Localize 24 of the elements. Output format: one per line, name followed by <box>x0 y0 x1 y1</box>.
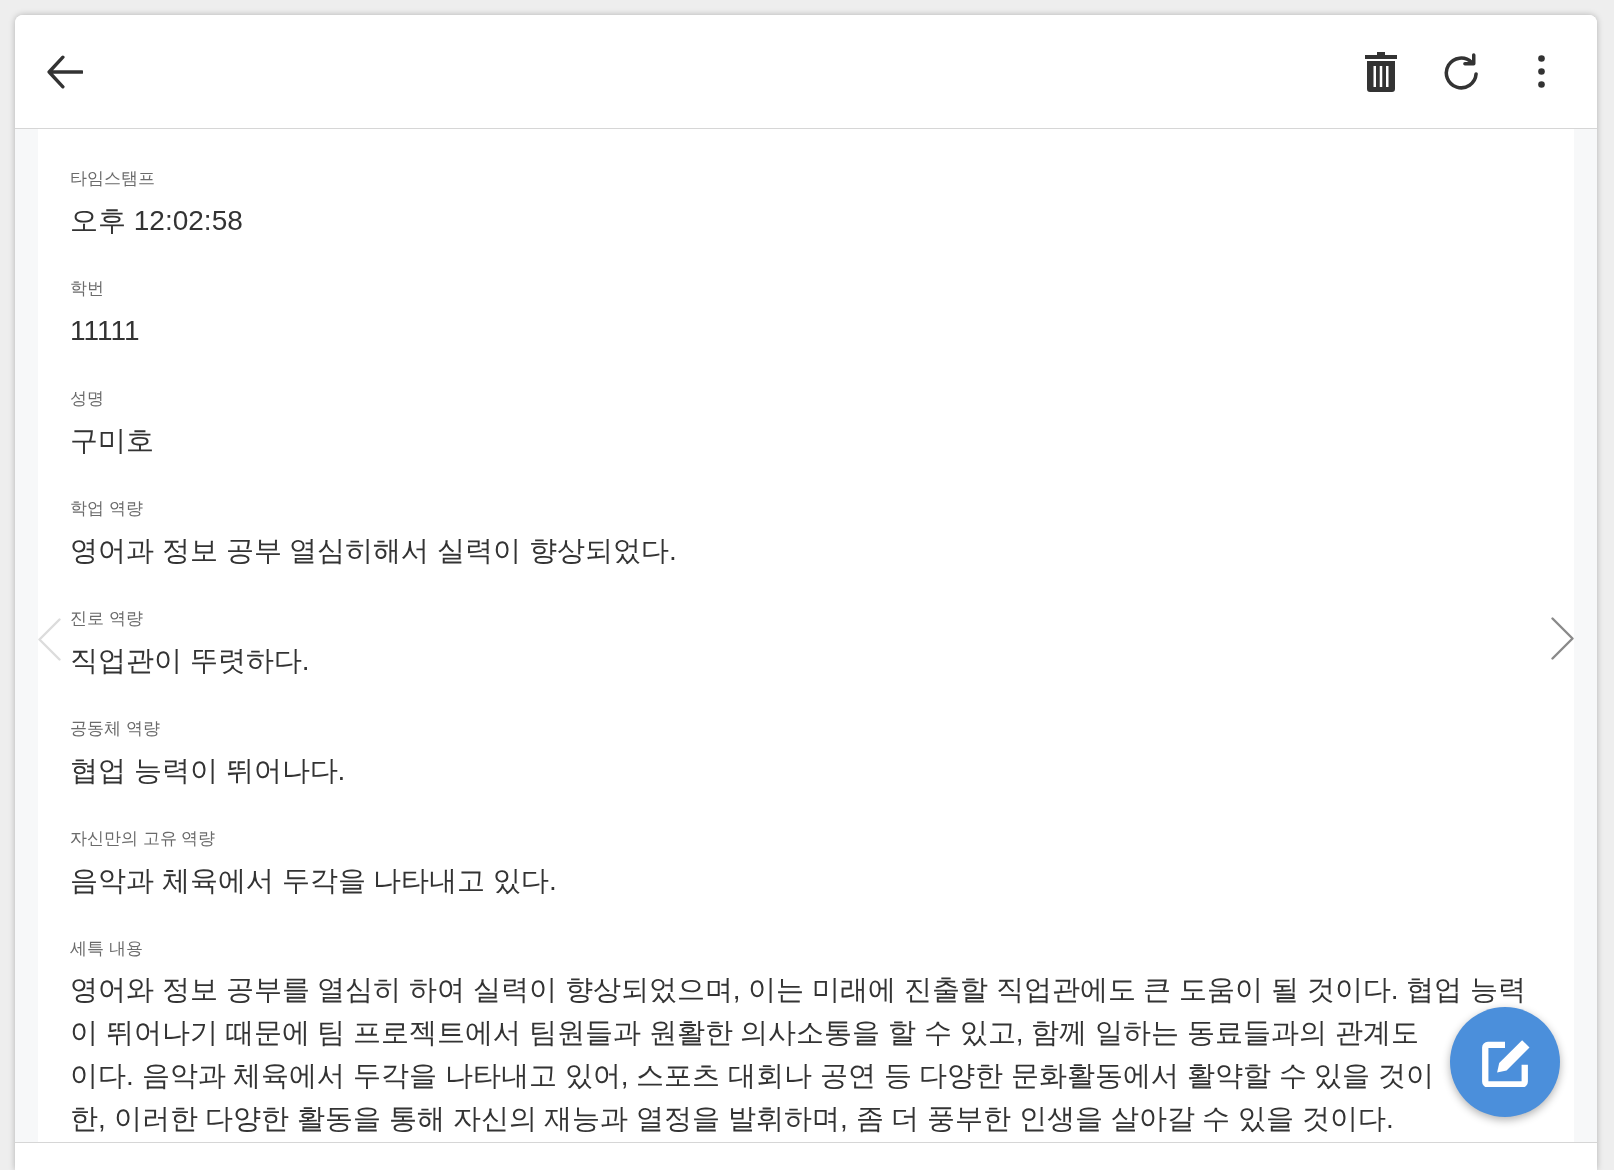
more-options-icon <box>1537 55 1545 88</box>
field-label: 타임스탬프 <box>70 168 155 190</box>
paragraph-line: 한, 이러한 다양한 활동을 통해 자신의 재능과 열정을 발휘하며, 좀 더 풍부한 인생을 살아갈 수 있을 것이다. <box>70 1104 1394 1134</box>
next-button[interactable] <box>1551 617 1574 660</box>
back-arrow-icon <box>47 54 83 89</box>
paragraph-line: 이다. 음악과 체육에서 두각을 나타내고 있어, 스포츠 대회나 공연 등 다양한 문화활동에서 활약할 수 있을 것이 <box>70 1061 1435 1091</box>
field-label: 학번 <box>70 278 104 300</box>
field-label: 세특 내용 <box>70 938 143 960</box>
field-label: 공동체 역량 <box>70 718 160 740</box>
field-value: 오후 12:02:58 <box>70 204 243 238</box>
field-value: 영어과 정보 공부 열심히해서 실력이 향상되었다. <box>70 534 677 568</box>
field-value: 음악과 체육에서 두각을 나타내고 있다. <box>70 864 557 898</box>
field-label: 자신만의 고유 역량 <box>70 828 216 850</box>
paragraph-line: 이 뛰어나기 때문에 팀 프로젝트에서 팀원들과 원활한 의사소통을 할 수 있고, 함께 일하는 동료들과의 관계도 <box>70 1018 1419 1048</box>
paragraph-line: 영어와 정보 공부를 열심히 하여 실력이 향상되었으며, 이는 미래에 진출할 직업관에도 큰 도움이 될 것이다. 협업 능력 <box>70 975 1527 1005</box>
field-value: 11111 <box>70 314 140 348</box>
refresh-icon <box>1442 52 1480 91</box>
field-value: 구미호 <box>70 424 154 458</box>
field-label: 학업 역량 <box>70 498 143 520</box>
field-label: 진로 역량 <box>70 608 143 630</box>
field-value: 협업 능력이 뛰어나다. <box>70 754 346 788</box>
field-value: 직업관이 뚜렷하다. <box>70 644 310 678</box>
field-label: 성명 <box>70 388 104 410</box>
trash-icon <box>1365 51 1397 92</box>
